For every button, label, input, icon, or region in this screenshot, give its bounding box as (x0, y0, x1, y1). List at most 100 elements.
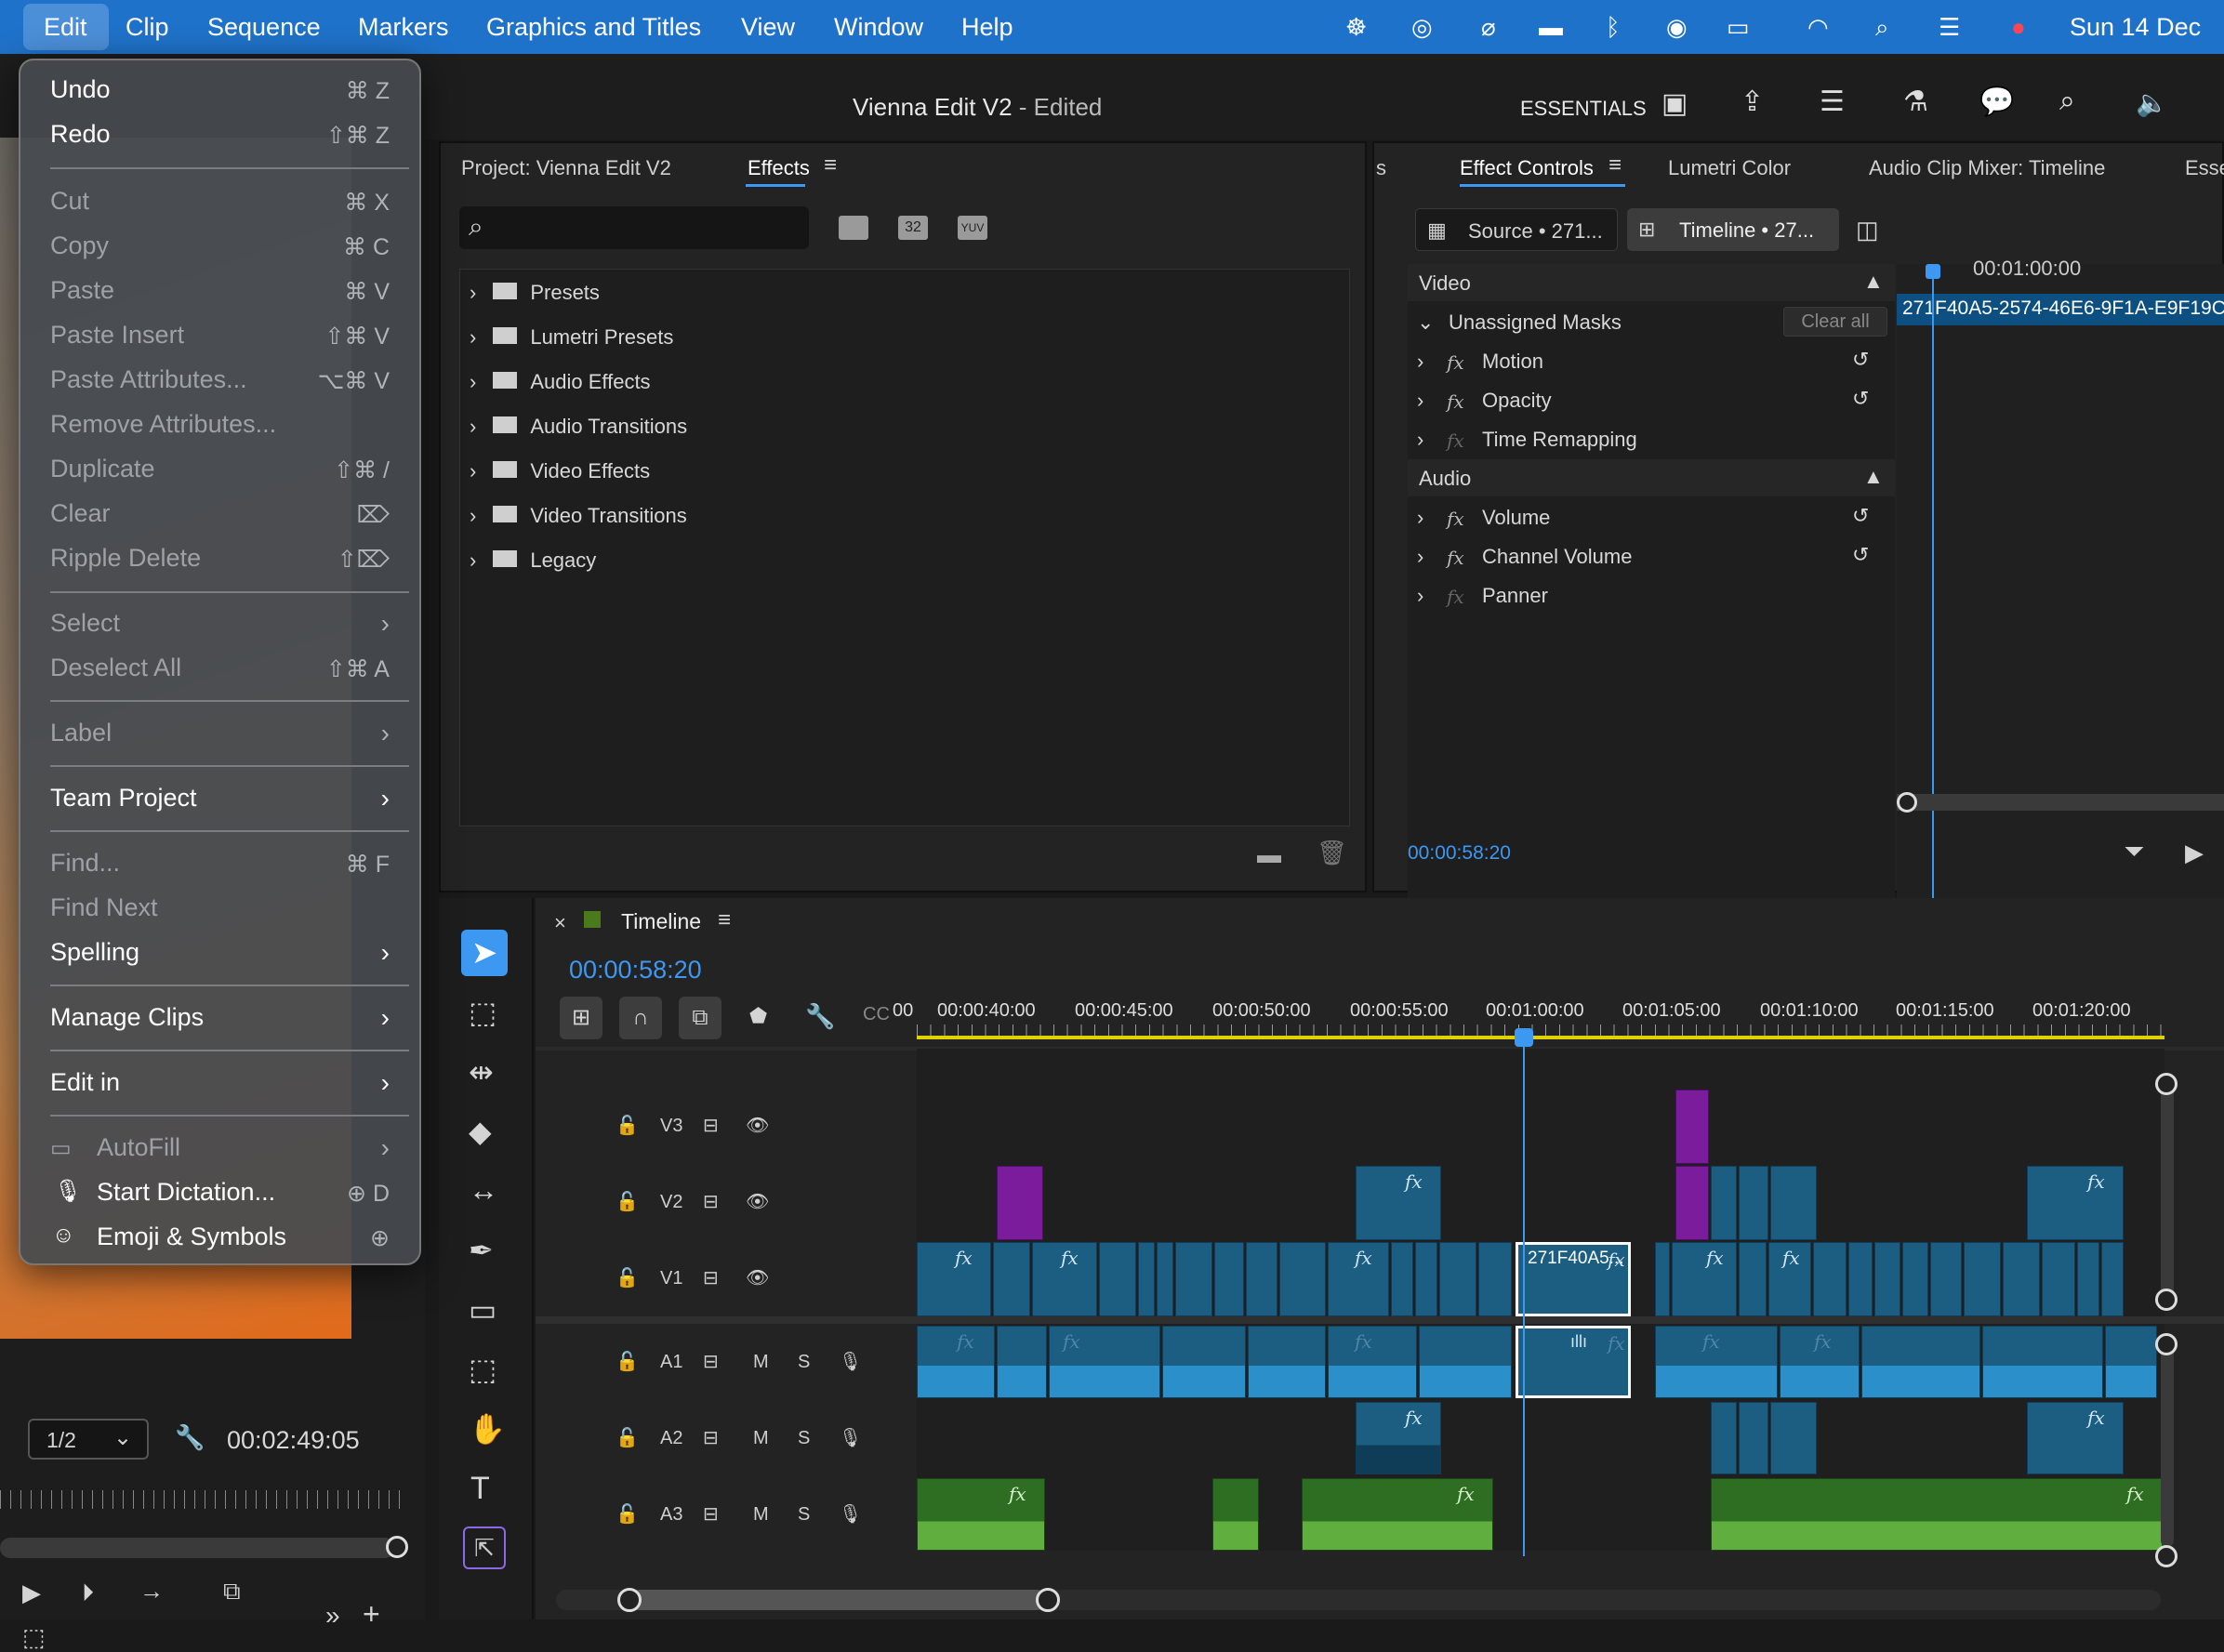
sync-icon[interactable]: ◎ (1411, 13, 1433, 42)
video-clip[interactable] (1099, 1242, 1136, 1316)
video-clip[interactable] (1279, 1242, 1326, 1316)
ec-zoom-bar[interactable] (1897, 794, 2224, 811)
zoom-handle-right[interactable] (1036, 1588, 1060, 1612)
video-clip[interactable]: fx (1328, 1242, 1389, 1316)
video-clip[interactable] (1214, 1242, 1244, 1316)
video-clip[interactable] (1848, 1242, 1873, 1316)
audio-clip[interactable] (1739, 1402, 1768, 1474)
menu-item-redo[interactable]: Redo (50, 120, 111, 149)
menu-item-cut[interactable]: Cut (50, 187, 89, 216)
scroll-handle-top[interactable] (2155, 1333, 2178, 1355)
panel-menu-icon[interactable]: ≡ (718, 907, 731, 933)
menu-item-paste[interactable]: Paste (50, 276, 114, 305)
reset-icon[interactable]: ↺ (1852, 504, 1869, 528)
play-icon[interactable]: ▶ (22, 1579, 41, 1607)
timeline-playhead[interactable] (1523, 1036, 1525, 1556)
video-clip[interactable] (1246, 1242, 1277, 1316)
video-clip[interactable] (1655, 1242, 1670, 1316)
work-area-bar[interactable] (917, 1036, 2164, 1039)
audio-track-scrollbar[interactable] (2161, 1342, 2174, 1547)
folder-video-effects[interactable]: › Video Effects (470, 459, 650, 483)
creative-cloud-icon[interactable]: ☸ (1345, 13, 1367, 42)
audio-clip[interactable] (1982, 1326, 2103, 1398)
menu-item-select[interactable]: Select (50, 609, 120, 638)
folder-presets[interactable]: › Presets (470, 281, 600, 305)
timeline-ruler[interactable]: 00 00:00:40:00 00:00:45:00 00:00:50:00 0… (893, 987, 2224, 1039)
video-clip[interactable] (1711, 1166, 1737, 1240)
effect-row-channel-volume[interactable]: › fx Channel Volume ↺ (1408, 537, 1895, 575)
wrench-icon[interactable]: 🔧 (175, 1423, 205, 1452)
timeline-settings-wrench-icon[interactable]: 🔧 (805, 1002, 835, 1031)
generative-extend-tool-icon[interactable]: ⇱ (463, 1526, 506, 1569)
audio-clip[interactable]: fx (1328, 1326, 1417, 1398)
spotlight-search-icon[interactable]: ⌕ (1875, 13, 1889, 43)
video-clip[interactable] (1175, 1242, 1212, 1316)
slip-tool-icon[interactable]: ↔ (469, 1173, 498, 1208)
audio-clip[interactable] (1711, 1402, 1737, 1474)
menu-item-paste-insert[interactable]: Paste Insert (50, 321, 184, 350)
scroll-handle-bottom[interactable] (2155, 1545, 2178, 1567)
audio-clip[interactable]: fx (1049, 1326, 1160, 1398)
mute-button[interactable]: M (753, 1352, 769, 1373)
menu-clip[interactable]: Clip (126, 13, 169, 42)
track-name[interactable]: V2 (660, 1192, 682, 1213)
toggle-timeline-view-icon[interactable]: ◫ (1856, 216, 1879, 244)
menu-sequence[interactable]: Sequence (207, 13, 321, 42)
clear-all-button[interactable]: Clear all (1783, 307, 1887, 337)
menu-markers[interactable]: Markers (358, 13, 449, 42)
video-clip[interactable]: fx (917, 1242, 991, 1316)
ripple-edit-tool-icon[interactable]: ⇹ (469, 1054, 494, 1090)
solo-button[interactable]: S (798, 1428, 810, 1449)
audio-clip[interactable] (997, 1326, 1047, 1398)
add-marker-icon[interactable]: ⬟ (749, 1004, 767, 1028)
track-name[interactable]: A3 (660, 1504, 682, 1526)
workspace-essentials[interactable]: ESSENTIALS (1520, 97, 1647, 121)
search-ai-icon[interactable]: ⌕ (2059, 86, 2075, 117)
audio-clip[interactable]: fx (1356, 1402, 1441, 1474)
mute-button[interactable]: M (753, 1428, 769, 1449)
video-clip[interactable] (1930, 1242, 1962, 1316)
menu-item-label[interactable]: Label (50, 719, 112, 747)
panel-menu-icon[interactable]: ≡ (1608, 152, 1622, 178)
video-clip[interactable] (1415, 1242, 1437, 1316)
battery-icon[interactable]: ▭ (1727, 13, 1750, 42)
airdrop-icon[interactable]: ◉ (1666, 13, 1688, 42)
video-clip[interactable] (2077, 1242, 2099, 1316)
audio-clip[interactable] (1770, 1402, 1817, 1474)
mini-playhead[interactable] (1932, 264, 1934, 915)
menu-help[interactable]: Help (961, 13, 1013, 42)
share-icon[interactable]: ⇪ (1741, 86, 1764, 118)
accelerated-effects-icon[interactable] (839, 216, 868, 240)
sync-lock-icon[interactable]: ⊟ (703, 1266, 719, 1289)
folder-video-transitions[interactable]: › Video Transitions (470, 504, 687, 528)
wifi-icon[interactable]: ◠ (1807, 13, 1829, 42)
lock-icon[interactable]: 🔓 (616, 1350, 639, 1373)
selected-audio-clip[interactable]: ıllı fx (1516, 1326, 1631, 1398)
more-controls-icon[interactable]: » (325, 1601, 340, 1631)
video-clip[interactable] (1770, 1166, 1817, 1240)
comments-icon[interactable]: 💬 (1979, 86, 2014, 118)
timeline-timecode[interactable]: 00:00:58:20 (569, 956, 702, 985)
scrollbar-thumb[interactable] (629, 1590, 1047, 1610)
overwrite-icon[interactable]: ⧉ (223, 1577, 241, 1606)
linked-selection-icon[interactable]: ⧉ (679, 997, 721, 1039)
menu-item-autofill[interactable]: AutoFill (97, 1133, 180, 1162)
timeline-clip-selector[interactable]: ⊞ Timeline • 27... (1627, 208, 1839, 251)
filter-icon[interactable]: ⏷ (2124, 837, 2144, 867)
menu-item-duplicate[interactable]: Duplicate (50, 455, 155, 483)
lock-icon[interactable]: 🔓 (616, 1114, 639, 1137)
video-clip[interactable] (1813, 1242, 1847, 1316)
microphone-icon[interactable]: 🎙 (839, 1350, 862, 1373)
video-clip[interactable] (2101, 1242, 2124, 1316)
crop-select-tool-icon[interactable]: ⬚ (469, 1352, 496, 1387)
video-clip[interactable] (993, 1242, 1030, 1316)
car-icon[interactable]: ▬ (1539, 13, 1563, 42)
source-clip-selector[interactable]: ▦ Source • 271... (1415, 208, 1618, 251)
flask-icon[interactable]: ⚗ (1903, 86, 1928, 118)
export-frame-icon[interactable]: ⬚ (22, 1623, 46, 1652)
audio-clip[interactable]: fx (2027, 1402, 2124, 1474)
siri-icon[interactable]: ● (2011, 13, 2026, 42)
video-clip[interactable] (1138, 1242, 1155, 1316)
resolution-select[interactable]: 1/2 ⌄ (28, 1419, 149, 1460)
menu-item-find[interactable]: Find... (50, 849, 120, 878)
